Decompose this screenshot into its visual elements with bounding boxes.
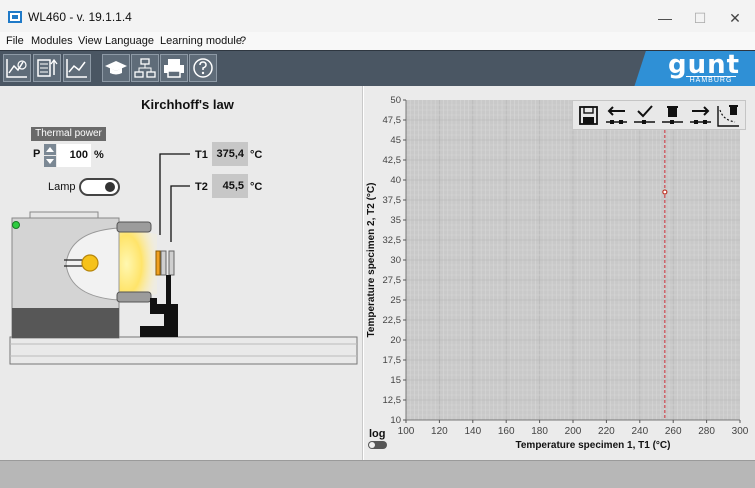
- menu-view[interactable]: View: [78, 35, 102, 47]
- y-tick-label: 17,5: [383, 355, 402, 366]
- chart-panel: 100 120 140 160 180 200 220 240 260 280 300 10 12,5 1…: [364, 86, 755, 460]
- minimize-icon: —: [658, 10, 672, 26]
- experiment-panel: Kirchhoff's law Thermal power P 100 % La…: [0, 86, 363, 460]
- learning-button[interactable]: [102, 54, 130, 82]
- y-tick-label: 35: [390, 215, 401, 226]
- status-led: [12, 221, 20, 229]
- x-tick-label: 160: [498, 426, 515, 437]
- cursor-right-button[interactable]: [687, 102, 714, 129]
- save-curve-button[interactable]: [575, 102, 602, 129]
- close-button[interactable]: ✕: [715, 6, 755, 30]
- x-tick-label: 140: [464, 426, 481, 437]
- menu-language[interactable]: Language: [105, 35, 154, 47]
- x-tick-label: 280: [698, 426, 715, 437]
- window-title: WL460 - v. 19.1.1.4: [28, 10, 132, 24]
- menu-help[interactable]: ?: [240, 35, 246, 47]
- title-bar: WL460 - v. 19.1.1.4 — ☐ ✕: [0, 0, 755, 32]
- clear-curve-icon: [717, 105, 739, 127]
- y-tick-label: 37,5: [383, 195, 402, 206]
- menu-modules[interactable]: Modules: [31, 35, 73, 47]
- save-icon: [579, 106, 598, 125]
- status-bar: [0, 460, 755, 488]
- toolbar: gunt HAMBURG: [0, 50, 755, 87]
- y-tick-label: 45: [390, 135, 401, 146]
- chart-toolbar: [572, 100, 746, 130]
- delete-point-icon: [662, 106, 683, 124]
- diagram-clock-button[interactable]: [3, 54, 31, 82]
- y-tick-label: 27,5: [383, 275, 402, 286]
- y-tick-label: 47,5: [383, 115, 402, 126]
- x-tick-label: 180: [531, 426, 548, 437]
- log-scale-toggle[interactable]: [368, 441, 387, 449]
- y-tick-label: 20: [390, 335, 401, 346]
- clear-curve-button[interactable]: [715, 102, 742, 129]
- maximize-icon: ☐: [693, 10, 707, 26]
- diagram-clock-icon: [6, 59, 27, 78]
- accept-point-button[interactable]: [631, 102, 658, 129]
- printer-icon: [164, 59, 184, 78]
- y-tick-label: 12,5: [383, 395, 402, 406]
- cursor-right-icon: [690, 106, 711, 124]
- check-icon: [634, 105, 655, 124]
- network-button[interactable]: [131, 54, 159, 82]
- y-tick-label: 42,5: [383, 155, 402, 166]
- print-button[interactable]: [160, 54, 188, 82]
- app-icon: [8, 11, 22, 23]
- log-scale-label: log: [369, 428, 386, 440]
- x-tick-label: 220: [598, 426, 615, 437]
- log-scale-toggle-knob: [369, 442, 375, 448]
- gunt-logo-subtext: HAMBURG: [686, 76, 736, 84]
- x-tick-label: 260: [665, 426, 682, 437]
- graduation-cap-icon: [105, 61, 127, 75]
- y-tick-label: 32,5: [383, 235, 402, 246]
- close-icon: ✕: [729, 10, 741, 26]
- network-tree-icon: [134, 58, 156, 78]
- y-tick-label: 40: [390, 175, 401, 186]
- delete-point-button[interactable]: [659, 102, 686, 129]
- menu-bar: File Modules View Language Learning modu…: [0, 32, 755, 50]
- y-tick-label: 50: [390, 95, 401, 106]
- help-button[interactable]: [189, 54, 217, 82]
- x-tick-label: 240: [631, 426, 648, 437]
- y-tick-label: 15: [390, 375, 401, 386]
- help-icon: [193, 58, 213, 78]
- chart-line-icon: [66, 59, 87, 78]
- menu-file[interactable]: File: [6, 35, 24, 47]
- y-tick-label: 30: [390, 255, 401, 266]
- data-export-icon: [37, 58, 58, 77]
- cursor-left-icon: [606, 106, 627, 124]
- x-tick-label: 300: [732, 426, 749, 437]
- data-point: [662, 189, 668, 195]
- y-tick-label: 25: [390, 295, 401, 306]
- chart-svg: 100 120 140 160 180 200 220 240 260 280 300 10 12,5 1…: [366, 95, 749, 451]
- menu-learning-module[interactable]: Learning module: [160, 35, 242, 47]
- maximize-button[interactable]: ☐: [680, 6, 720, 30]
- x-tick-label: 120: [431, 426, 448, 437]
- x-tick-label: 200: [565, 426, 582, 437]
- y-tick-label: 22,5: [383, 315, 402, 326]
- x-tick-label: 100: [398, 426, 415, 437]
- y-axis-label: Temperature specimen 2, T2 (°C): [366, 183, 377, 338]
- minimize-button[interactable]: —: [645, 6, 685, 30]
- gunt-logo: gunt: [668, 50, 741, 80]
- cursor-left-button[interactable]: [603, 102, 630, 129]
- y-tick-label: 10: [390, 415, 401, 426]
- x-axis-label: Temperature specimen 1, T1 (°C): [516, 440, 671, 451]
- data-export-button[interactable]: [33, 54, 61, 82]
- chart-line-button[interactable]: [63, 54, 91, 82]
- apparatus-schematic: [9, 153, 358, 365]
